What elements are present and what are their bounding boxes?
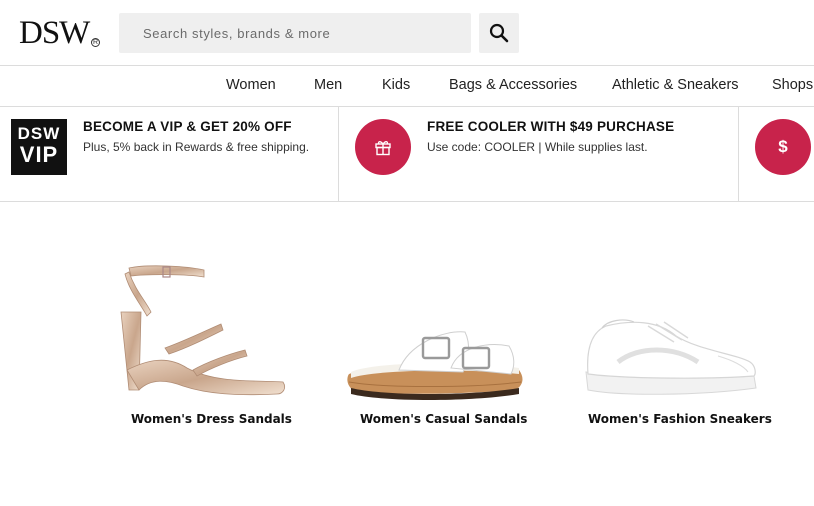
registered-mark: R bbox=[91, 38, 100, 47]
vip-promo-subtitle: Plus, 5% back in Rewards & free shipping… bbox=[83, 140, 310, 154]
nav-item-women[interactable]: Women bbox=[226, 77, 276, 93]
nav-item-shops[interactable]: Shops bbox=[772, 77, 813, 93]
promo-bar: DSW VIP BECOME A VIP & GET 20% OFF Plus,… bbox=[0, 107, 814, 202]
gift-icon bbox=[375, 141, 391, 156]
product-label[interactable]: Women's Fashion Sneakers bbox=[588, 412, 772, 426]
vip-badge-line1: DSW bbox=[17, 124, 61, 143]
vip-badge[interactable]: DSW VIP bbox=[11, 119, 67, 175]
nav-item-bags-accessories[interactable]: Bags & Accessories bbox=[449, 77, 577, 93]
main-nav: Women Men Kids Bags & Accessories Athlet… bbox=[0, 66, 814, 107]
nav-item-men[interactable]: Men bbox=[314, 77, 342, 93]
site-header: DSW R bbox=[0, 0, 814, 66]
dsw-logo[interactable]: DSW bbox=[19, 16, 90, 50]
cooler-promo-title[interactable]: FREE COOLER WITH $49 PURCHASE bbox=[427, 119, 674, 134]
search-box[interactable] bbox=[119, 13, 471, 53]
cooler-promo-subtitle: Use code: COOLER | While supplies last. bbox=[427, 140, 648, 154]
vip-badge-line2: VIP bbox=[19, 142, 59, 167]
nav-item-kids[interactable]: Kids bbox=[382, 77, 410, 93]
search-icon bbox=[489, 23, 509, 43]
dollar-icon: $ bbox=[778, 137, 788, 156]
gift-badge[interactable] bbox=[355, 119, 411, 175]
promo-divider bbox=[338, 107, 339, 202]
product-label[interactable]: Women's Casual Sandals bbox=[360, 412, 527, 426]
promo-divider bbox=[738, 107, 739, 202]
nav-item-athletic-sneakers[interactable]: Athletic & Sneakers bbox=[612, 77, 739, 93]
product-label[interactable]: Women's Dress Sandals bbox=[131, 412, 292, 426]
search-input[interactable] bbox=[119, 13, 471, 53]
search-button[interactable] bbox=[479, 13, 519, 53]
dollar-badge[interactable]: $ bbox=[755, 119, 811, 175]
vip-promo-title[interactable]: BECOME A VIP & GET 20% OFF bbox=[83, 119, 292, 134]
